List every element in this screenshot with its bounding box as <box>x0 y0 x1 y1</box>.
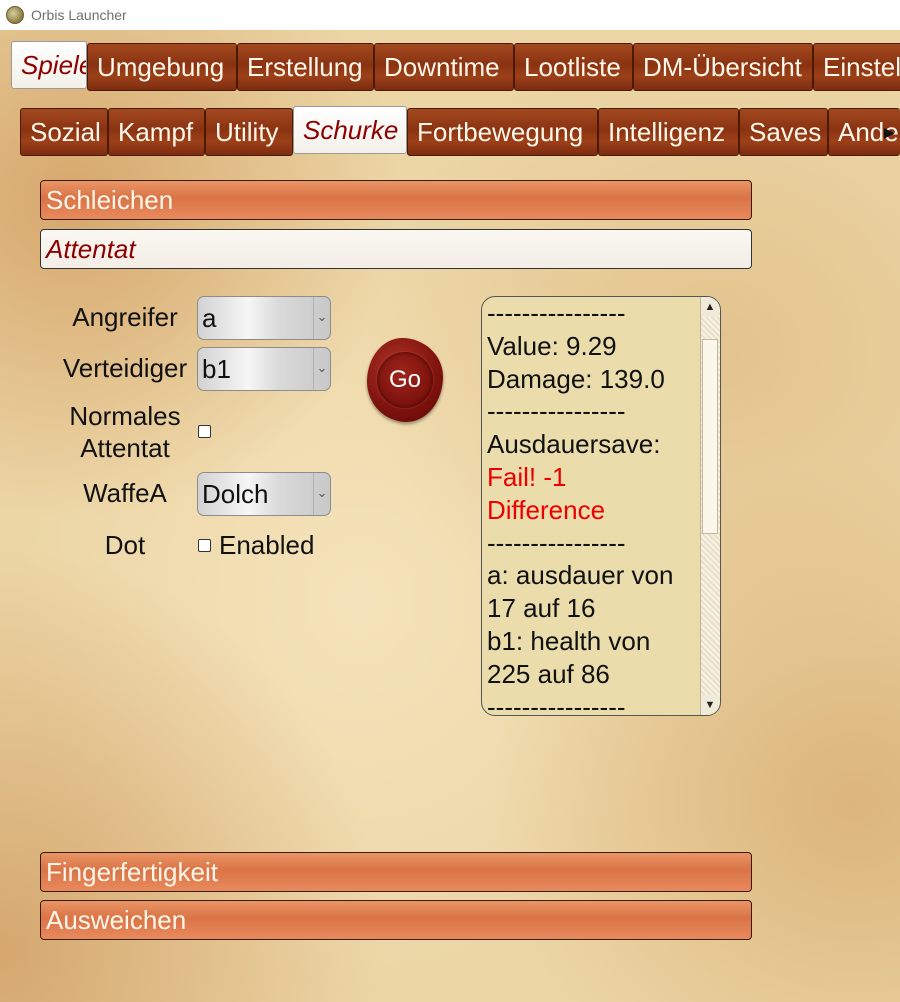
app-icon <box>6 6 24 24</box>
angreifer-label: Angreifer <box>72 302 178 332</box>
tab-fortbewegung[interactable]: Fortbewegung <box>407 108 598 156</box>
tab-kampf[interactable]: Kampf <box>108 108 205 156</box>
log-line: b1: health von <box>487 625 651 656</box>
log-line-fail: Fail! -1 <box>487 461 567 492</box>
log-line: 17 auf 16 <box>487 593 596 624</box>
tab-downtime[interactable]: Downtime <box>374 43 514 91</box>
verteidiger-value: b1 <box>202 354 231 384</box>
dot-checkbox[interactable] <box>198 539 211 552</box>
title-bar: Orbis Launcher <box>0 0 900 30</box>
tab-erstellung[interactable]: Erstellung <box>237 43 374 91</box>
tab-sozial[interactable]: Sozial <box>20 108 108 156</box>
chevron-down-icon[interactable]: ⌄ <box>313 473 330 515</box>
log-line: Value: 9.29 <box>487 330 617 361</box>
expander-fingerfertigkeit[interactable]: Fingerfertigkeit <box>40 852 752 892</box>
log-line: ---------------- <box>487 396 626 427</box>
verteidiger-select[interactable]: b1 ⌄ <box>197 347 331 391</box>
normales-label-line1: Normales <box>69 401 181 431</box>
log-line: Ausdauersave: <box>487 429 661 460</box>
dot-enabled-label[interactable]: Enabled <box>219 530 314 561</box>
tab-intelligenz[interactable]: Intelligenz <box>598 108 739 156</box>
window-title: Orbis Launcher <box>31 7 127 23</box>
waffe-select[interactable]: Dolch ⌄ <box>197 472 331 516</box>
log-line-difference: Difference <box>487 494 606 525</box>
output-log[interactable]: ---------------- Value: 9.29 Damage: 139… <box>481 296 721 716</box>
chevron-right-icon[interactable]: ▶ <box>884 124 896 140</box>
verteidiger-label: Verteidiger <box>62 353 188 383</box>
scroll-down-icon[interactable]: ▼ <box>701 695 719 715</box>
waffe-label: WaffeA <box>83 478 167 508</box>
output-text: ---------------- Value: 9.29 Damage: 139… <box>487 297 703 716</box>
tab-saves[interactable]: Saves <box>739 108 828 156</box>
scroll-up-icon[interactable]: ▲ <box>701 297 719 317</box>
chevron-down-icon[interactable]: ⌄ <box>313 297 330 339</box>
log-line: ---------------- <box>487 691 626 716</box>
normales-attentat-checkbox[interactable] <box>198 425 211 438</box>
tab-umgebung[interactable]: Umgebung <box>87 43 237 91</box>
angreifer-value: a <box>202 303 217 333</box>
log-line: ---------------- <box>487 527 626 558</box>
log-line: Damage: 139.0 <box>487 363 665 394</box>
normales-attentat-label: Normales Attentat <box>60 400 190 464</box>
angreifer-select[interactable]: a ⌄ <box>197 296 331 340</box>
scrollbar-thumb[interactable] <box>702 339 718 534</box>
tab-utility[interactable]: Utility <box>205 108 293 156</box>
dot-label: Dot <box>104 530 146 560</box>
normales-label-line2: Attentat <box>80 433 170 463</box>
tab-lootliste[interactable]: Lootliste <box>514 43 633 91</box>
chevron-down-icon[interactable]: ⌄ <box>313 348 330 390</box>
go-button-label: Go <box>377 352 433 408</box>
tab-einstellungen[interactable]: Einstellungen <box>813 43 900 91</box>
output-scrollbar[interactable]: ▲ ▼ <box>700 297 720 715</box>
log-line: a: ausdauer von <box>487 560 674 591</box>
expander-schleichen[interactable]: Schleichen <box>40 180 752 220</box>
tab-dm-uebersicht[interactable]: DM-Übersicht <box>633 43 813 91</box>
go-button[interactable]: Go <box>367 338 443 422</box>
tab-schurke[interactable]: Schurke <box>293 106 407 154</box>
log-line: ---------------- <box>487 298 626 328</box>
tab-spieler[interactable]: Spieler <box>11 41 87 89</box>
waffe-value: Dolch <box>202 479 269 509</box>
expander-ausweichen[interactable]: Ausweichen <box>40 900 752 940</box>
expander-attentat[interactable]: Attentat <box>40 229 752 269</box>
log-line: 225 auf 86 <box>487 658 610 689</box>
